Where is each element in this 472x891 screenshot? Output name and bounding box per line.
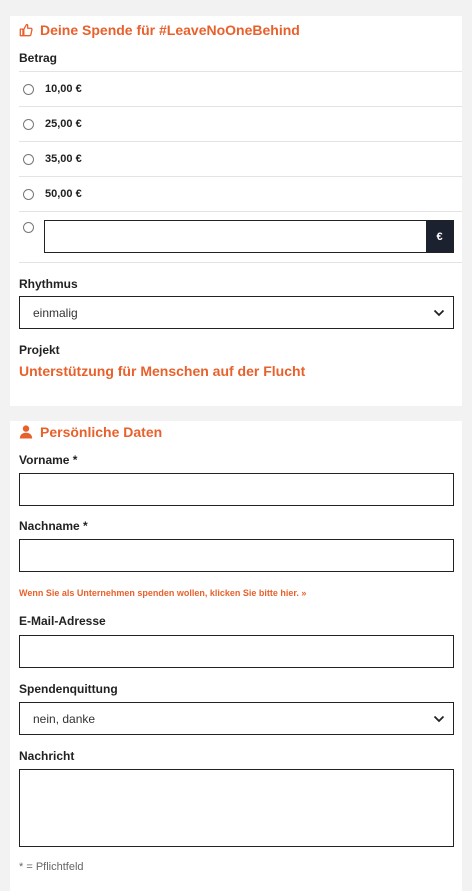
- message-textarea[interactable]: [19, 769, 454, 847]
- company-donation-link[interactable]: Wenn Sie als Unternehmen spenden wollen,…: [19, 588, 306, 598]
- radio-button[interactable]: [23, 221, 34, 233]
- personal-title: Persönliche Daten: [40, 424, 163, 440]
- required-note: * = Pflichtfeld: [19, 861, 84, 873]
- amount-option-50[interactable]: 50,00 €: [19, 177, 462, 211]
- donation-title: Deine Spende für #LeaveNoOneBehind: [40, 22, 300, 38]
- rhythm-label: Rhythmus: [19, 277, 78, 291]
- email-input[interactable]: [19, 635, 454, 668]
- amount-option-label: 10,00 €: [45, 83, 82, 95]
- thumbs-up-icon: [19, 23, 33, 37]
- amount-option-label: 50,00 €: [45, 188, 82, 200]
- chevron-down-icon: [433, 309, 445, 316]
- radio-button[interactable]: [23, 83, 34, 95]
- rhythm-select-value: einmalig: [33, 305, 78, 320]
- personal-data-card: Persönliche Daten Vorname * Nachname * W…: [10, 421, 462, 891]
- amount-option-10[interactable]: 10,00 €: [19, 72, 462, 106]
- rhythm-select[interactable]: einmalig: [19, 296, 454, 329]
- email-label: E-Mail-Adresse: [19, 614, 106, 628]
- custom-amount-input[interactable]: [45, 221, 426, 252]
- project-name: Unterstützung für Menschen auf der Fluch…: [19, 363, 306, 379]
- amount-option-label: 25,00 €: [45, 118, 82, 130]
- amount-label: Betrag: [19, 51, 58, 65]
- firstname-input[interactable]: [19, 473, 454, 506]
- receipt-label: Spendenquittung: [19, 682, 118, 696]
- receipt-select[interactable]: nein, danke: [19, 702, 454, 735]
- project-label: Projekt: [19, 343, 60, 357]
- receipt-select-value: nein, danke: [33, 711, 96, 726]
- message-label: Nachricht: [19, 749, 75, 763]
- donation-card: Deine Spende für #LeaveNoOneBehind Betra…: [10, 16, 462, 406]
- divider: [19, 211, 462, 212]
- currency-badge: €: [426, 221, 453, 252]
- firstname-label: Vorname *: [19, 453, 78, 467]
- custom-amount-field: €: [44, 220, 454, 253]
- person-icon: [19, 425, 33, 439]
- radio-button[interactable]: [23, 153, 34, 165]
- radio-button[interactable]: [23, 188, 34, 200]
- lastname-label: Nachname *: [19, 519, 88, 533]
- amount-option-35[interactable]: 35,00 €: [19, 142, 462, 176]
- amount-option-label: 35,00 €: [45, 153, 82, 165]
- amount-option-25[interactable]: 25,00 €: [19, 107, 462, 141]
- divider: [19, 262, 462, 263]
- lastname-input[interactable]: [19, 539, 454, 572]
- personal-section-title: Persönliche Daten: [19, 424, 162, 440]
- donation-section-title: Deine Spende für #LeaveNoOneBehind: [19, 22, 300, 38]
- chevron-down-icon: [433, 715, 445, 722]
- radio-button[interactable]: [23, 118, 34, 130]
